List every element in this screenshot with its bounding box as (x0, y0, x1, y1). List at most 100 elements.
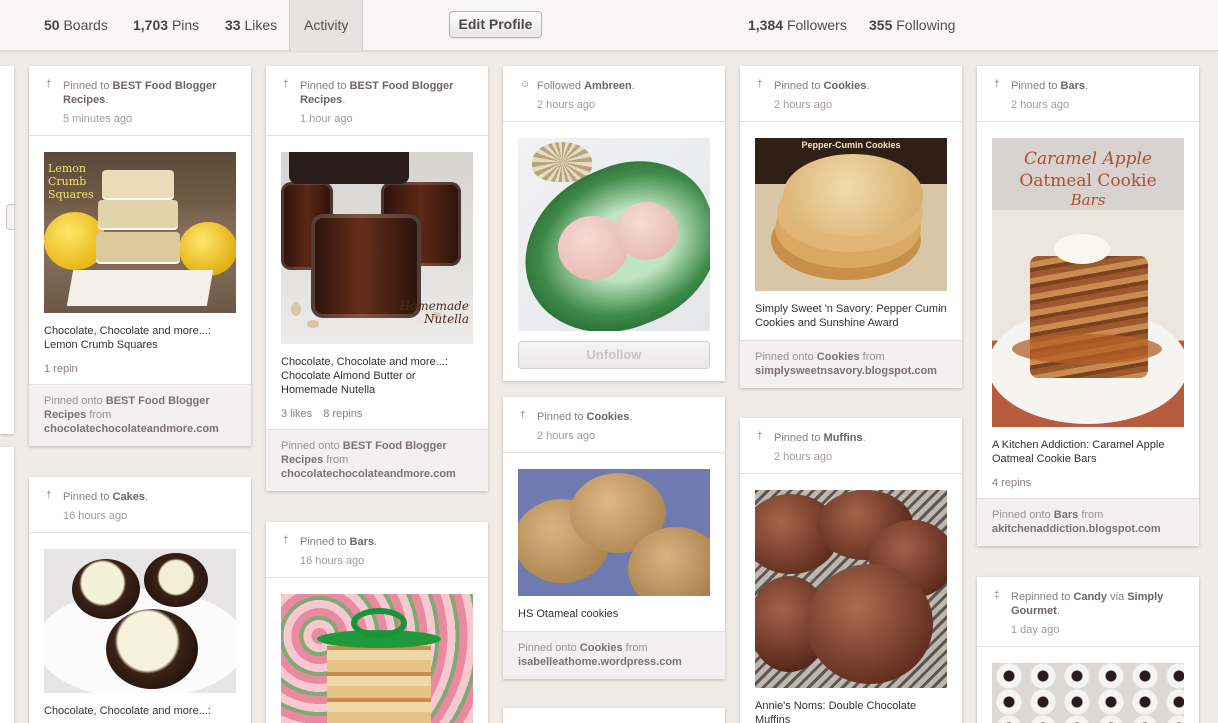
pin-card[interactable]: † Pinned to Cookies. 2 hours ago Pepper-… (740, 66, 962, 388)
pin-image[interactable]: Caramel Apple Oatmeal Cookie Bars (992, 138, 1184, 427)
timestamp: 16 hours ago (63, 510, 128, 522)
like-count[interactable]: 3 likes (281, 408, 312, 420)
image-caption: Caramel Apple (1024, 149, 1152, 169)
board-link[interactable]: Bars (350, 536, 374, 548)
timestamp: 2 hours ago (774, 451, 833, 463)
activity-action: Pinned to (774, 432, 821, 444)
source-url[interactable]: simplysweetnsavory.blogspot.com (755, 364, 947, 378)
likes-label: Likes (244, 17, 278, 33)
source-url[interactable]: isabelleathome.wordpress.com (518, 655, 710, 669)
timestamp: 1 day ago (1011, 624, 1060, 636)
pin-image[interactable] (755, 490, 947, 688)
activity-action: Repinned to (1011, 591, 1071, 603)
pin-image[interactable] (518, 138, 710, 331)
edit-profile-button[interactable]: Edit Profile (449, 11, 542, 38)
board-link[interactable]: Cakes (113, 491, 145, 503)
following-tab[interactable]: 355 Following (869, 0, 955, 51)
image-caption: Lemon Crumb Squares (48, 162, 94, 201)
source-from: from (89, 409, 112, 421)
pin-image[interactable]: Pepper-Cumin Cookies (755, 138, 947, 291)
image-caption: Bars (1070, 191, 1106, 209)
board-link[interactable]: Cookies (824, 80, 867, 92)
pin-description: Chocolate, Chocolate and more...: (44, 705, 211, 717)
pin-image[interactable] (44, 549, 236, 693)
activity-action: Pinned to (63, 80, 110, 92)
pin-card-header: ‡ Repinned to Candy via Simply Gourmet. … (977, 577, 1199, 647)
user-icon: ☺ (520, 79, 531, 90)
pin-card-header: † Pinned to BEST Food Blogger Recipes. 1… (266, 66, 488, 136)
timestamp: 2 hours ago (1011, 99, 1070, 111)
source-from: from (862, 351, 885, 363)
activity-action: Followed (537, 80, 582, 92)
profile-stats-bar: 50 Boards 1,703 Pins 33 Likes Activity E… (0, 0, 1218, 51)
repin-count[interactable]: 1 repin (44, 363, 78, 375)
pin-image[interactable]: Lemon Crumb Squares (44, 152, 236, 313)
source-board[interactable]: Bars (1054, 509, 1078, 521)
pin-card[interactable]: † Pinned to BEST Food Blogger Recipes. 5… (29, 66, 251, 446)
pin-card-header: † Pinned to Cookies. 2 hours ago (740, 66, 962, 122)
pin-icon: † (283, 535, 289, 546)
unfollow-button[interactable]: Unfollow (518, 341, 710, 369)
activity-action: Pinned to (537, 411, 584, 423)
pin-stats: 3 likes 8 repins (281, 408, 473, 429)
pin-card[interactable]: † Pinned to Muffins. 2 hours ago Annie's… (740, 418, 962, 723)
partial-card (0, 66, 14, 434)
source-board[interactable]: Cookies (580, 642, 623, 654)
board-link[interactable]: Bars (1061, 80, 1085, 92)
pin-card[interactable]: ‡ Repinned to Candy via Simply Gourmet. … (977, 577, 1199, 723)
activity-action: Pinned to (774, 80, 821, 92)
activity-tab[interactable]: Activity (289, 0, 363, 51)
pin-card[interactable]: † Pinned to Cakes. 16 hours ago Chocolat… (29, 477, 251, 723)
activity-label: Activity (304, 17, 349, 33)
pin-card[interactable]: † Pinned to Bars. 16 hours ago (266, 522, 488, 723)
board-link[interactable]: Candy (1073, 591, 1107, 603)
activity-action: Pinned to (300, 536, 347, 548)
pin-icon: † (46, 490, 52, 501)
source-from: from (625, 642, 648, 654)
pin-icon: † (520, 410, 526, 421)
pin-card[interactable]: † Pinned to Bars. 2 hours ago Caramel Ap… (977, 66, 1199, 546)
timestamp: 1 hour ago (300, 113, 353, 125)
partial-button[interactable] (6, 204, 14, 230)
pin-icon: † (283, 79, 289, 90)
pin-image[interactable]: Homemade Nutella (281, 152, 473, 344)
pin-image[interactable] (518, 469, 710, 596)
following-count: 355 (869, 17, 893, 33)
source-url[interactable]: chocolatechocolateandmore.com (281, 467, 473, 481)
pin-image[interactable] (992, 663, 1184, 723)
source-prefix: Pinned onto (518, 642, 577, 654)
likes-tab[interactable]: 33 Likes (225, 0, 277, 51)
pin-description: Chocolate, Chocolate and more...: Lemon … (44, 325, 211, 351)
following-label: Following (896, 17, 956, 33)
pin-card-header: † Pinned to Muffins. 2 hours ago (740, 418, 962, 474)
source-board[interactable]: Cookies (817, 351, 860, 363)
source-url[interactable]: akitchenaddiction.blogspot.com (992, 522, 1184, 536)
pins-tab[interactable]: 1,703 Pins (133, 0, 199, 51)
boards-label: Boards (63, 17, 108, 33)
pin-card[interactable]: † Pinned to Cookies. 2 hours ago HS Otam… (503, 397, 725, 679)
pin-description: A Kitchen Addiction: Caramel Apple Oatme… (992, 439, 1165, 465)
pin-card-header: † Pinned to Bars. 2 hours ago (977, 66, 1199, 122)
repin-count[interactable]: 8 repins (323, 408, 362, 420)
pin-source: Pinned onto Bars from akitchenaddiction.… (977, 498, 1199, 546)
source-url[interactable]: chocolatechocolateandmore.com (44, 422, 236, 436)
pin-stats: 4 repins (992, 477, 1184, 498)
pin-description: Chocolate, Chocolate and more...: Chocol… (281, 356, 448, 396)
followers-tab[interactable]: 1,384 Followers (748, 0, 847, 51)
pin-description: Simply Sweet 'n Savory: Pepper Cumin Coo… (755, 303, 947, 329)
boards-tab[interactable]: 50 Boards (44, 0, 108, 51)
pin-icon: † (757, 79, 763, 90)
pin-card[interactable]: † Pinned to BEST Food Blogger Recipes. 1… (266, 66, 488, 491)
image-caption: Oatmeal Cookie (1019, 171, 1157, 191)
repin-count[interactable]: 4 repins (992, 477, 1031, 489)
followers-count: 1,384 (748, 17, 784, 33)
user-link[interactable]: Ambreen (584, 80, 632, 92)
follow-card[interactable]: ☺ Followed Ambreen. 2 hours ago Unfollow (503, 66, 725, 381)
timestamp: 5 minutes ago (63, 113, 133, 125)
pin-description: HS Otameal cookies (518, 608, 619, 620)
board-link[interactable]: Cookies (587, 411, 630, 423)
board-link[interactable]: Muffins (824, 432, 863, 444)
pin-image[interactable] (281, 594, 473, 723)
pin-card-header: ☺ Followed Ambreen. 2 hours ago (503, 66, 725, 122)
pin-card[interactable] (503, 708, 725, 723)
